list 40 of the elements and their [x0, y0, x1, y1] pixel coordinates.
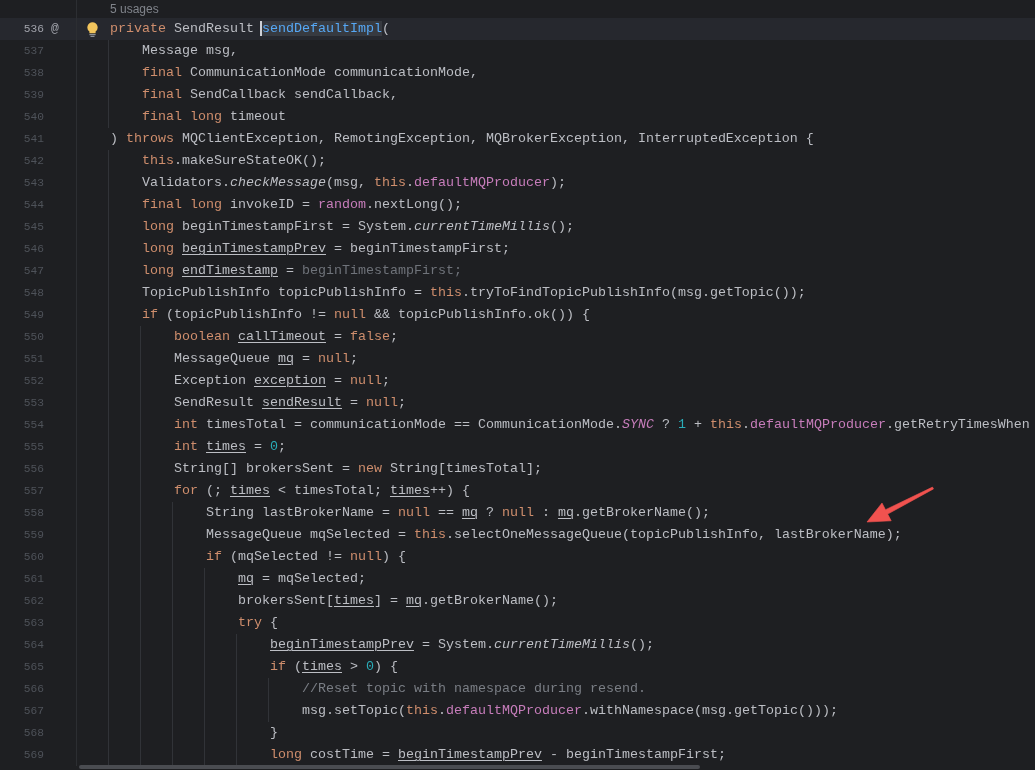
code-line: boolean callTimeout = false; [174, 328, 398, 346]
code-line: MessageQueue mqSelected = this.selectOneMessageQueue(topicPublishInfo, lastBrokerName); [206, 526, 902, 544]
code-line: this.makeSureStateOK(); [142, 152, 326, 170]
code-line: long endTimestamp = beginTimestampFirst; [142, 262, 462, 280]
code-line: int times = 0; [174, 438, 286, 456]
line-number: 536 [22, 22, 44, 36]
code-line: } [270, 724, 278, 742]
code-line: ) throws MQClientException, RemotingException, MQBrokerException, InterruptedException { [110, 130, 814, 148]
usages-hint[interactable]: 5 usages [110, 2, 159, 16]
code-line: String[] brokersSent = new String[timesTotal]; [174, 460, 542, 478]
code-line: beginTimestampPrev = System.currentTimeMillis(); [270, 636, 654, 654]
gutter-marker[interactable]: @ [51, 21, 59, 37]
code-line: String lastBrokerName = null == mq ? null : mq.getBrokerName(); [206, 504, 710, 522]
code-line: for (; times < timesTotal; times++) { [174, 482, 470, 500]
code-line: MessageQueue mq = null; [174, 350, 358, 368]
annotation-arrow [866, 486, 934, 523]
code-line: Validators.checkMessage(msg, this.defaultMQProducer); [142, 174, 566, 192]
code-line: try { [238, 614, 278, 632]
code-line: long beginTimestampPrev = beginTimestampFirst; [142, 240, 510, 258]
lightbulb-icon[interactable] [87, 21, 98, 37]
code-line: if (times > 0) { [270, 658, 398, 676]
code-line: final SendCallback sendCallback, [142, 86, 398, 104]
code-line: Message msg, [142, 42, 238, 60]
code-line: brokersSent[times] = mq.getBrokerName(); [238, 592, 558, 610]
code-line: msg.setTopic(this.defaultMQProducer.withNamespace(msg.getTopic())); [302, 702, 838, 720]
code-line: long costTime = beginTimestampPrev - beginTimestampFirst; [270, 746, 726, 764]
code-line: private SendResult sendDefaultImpl( [110, 20, 390, 38]
code-line: final CommunicationMode communicationMode, [142, 64, 478, 82]
code-line: long beginTimestampFirst = System.currentTimeMillis(); [142, 218, 574, 236]
code-line: if (topicPublishInfo != null && topicPublishInfo.ok()) { [142, 306, 590, 324]
code-line: int timesTotal = communicationMode == CommunicationMode.SYNC ? 1 + this.defaultMQProducer.getRetryTimesWhen [174, 416, 1030, 434]
code-line: TopicPublishInfo topicPublishInfo = this.tryToFindTopicPublishInfo(msg.getTopic()); [142, 284, 806, 302]
code-line: final long invokeID = random.nextLong(); [142, 196, 462, 214]
code-line: mq = mqSelected; [238, 570, 366, 588]
code-line: final long timeout [142, 108, 286, 126]
code-line: //Reset topic with namespace during resend. [302, 680, 646, 698]
code-line: Exception exception = null; [174, 372, 390, 390]
code-line: SendResult sendResult = null; [174, 394, 406, 412]
horizontal-scrollbar[interactable] [79, 765, 700, 769]
code-line: if (mqSelected != null) { [206, 548, 406, 566]
